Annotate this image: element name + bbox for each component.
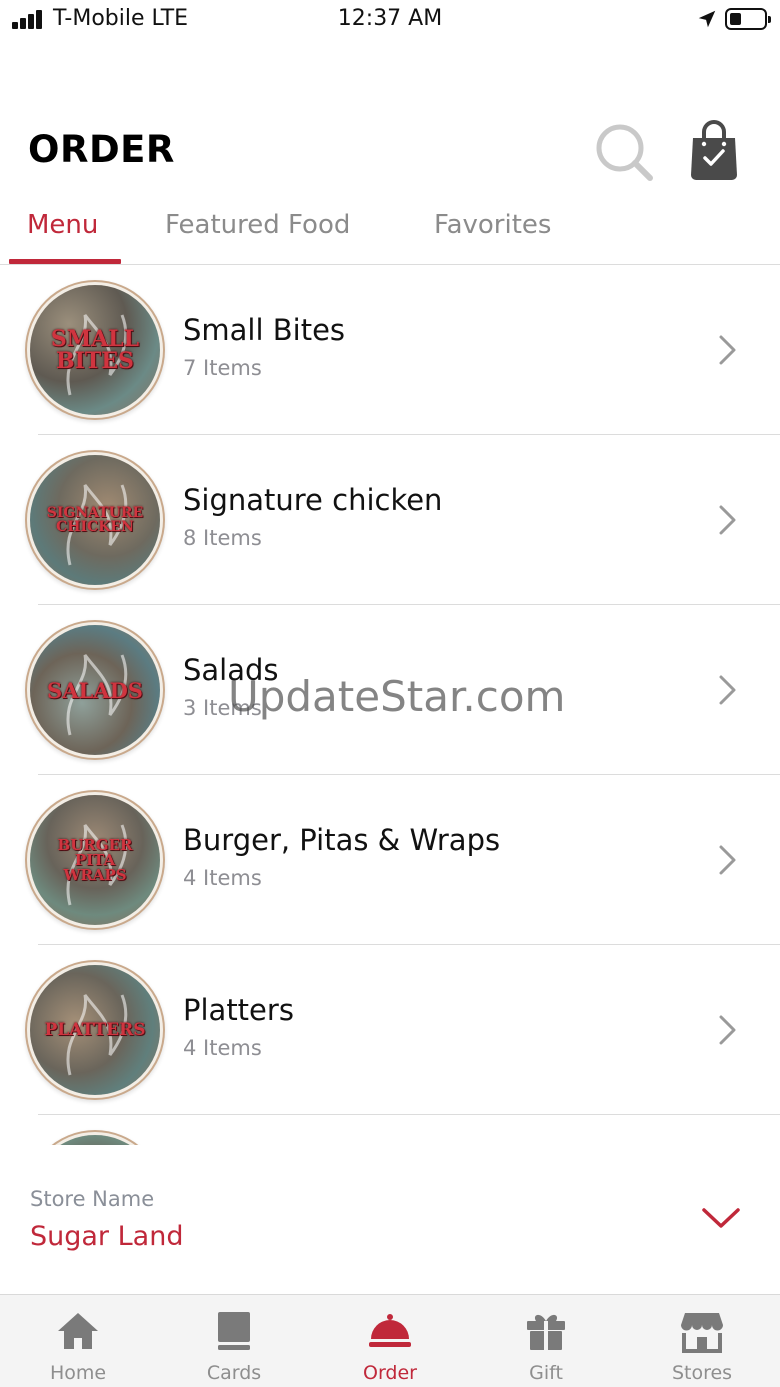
chevron-right-icon xyxy=(719,845,736,875)
cloche-icon xyxy=(369,1314,411,1347)
gift-icon xyxy=(527,1314,565,1350)
chevron-right-icon xyxy=(719,505,736,535)
store-name: Sugar Land xyxy=(30,1221,184,1252)
nav-label: Gift xyxy=(529,1362,563,1384)
thumbnail-text: SIGNATURE CHICKEN xyxy=(46,505,144,535)
list-item-salads[interactable]: SALADS Salads 3 Items xyxy=(0,605,780,775)
menu-category-list[interactable]: SMALL BITES Small Bites 7 Items SIGNATUR… xyxy=(0,265,780,1145)
category-title: Salads xyxy=(183,653,279,687)
chevron-down-icon[interactable] xyxy=(700,1205,742,1231)
nav-label: Order xyxy=(363,1362,417,1384)
active-tab-indicator xyxy=(9,259,121,264)
nav-label: Home xyxy=(49,1362,107,1384)
storefront-icon xyxy=(681,1313,723,1353)
chevron-right-icon xyxy=(719,1015,736,1045)
category-title: Burger, Pitas & Wraps xyxy=(183,823,501,857)
category-item-count: 3 Items xyxy=(183,696,262,720)
category-item-count: 7 Items xyxy=(183,356,262,380)
card-icon xyxy=(218,1312,250,1350)
category-thumbnail: PLATTERS xyxy=(30,965,160,1095)
nav-label: Stores xyxy=(671,1362,733,1384)
search-icon xyxy=(596,124,653,181)
category-title: Small Bites xyxy=(183,313,346,347)
category-thumbnail: SALADS xyxy=(30,625,160,755)
category-item-count: 8 Items xyxy=(183,526,262,550)
search-button[interactable] xyxy=(592,120,656,184)
category-thumbnail: SIGNATURE CHICKEN xyxy=(30,455,160,585)
list-item-signature-chicken[interactable]: SIGNATURE CHICKEN Signature chicken 8 It… xyxy=(0,435,780,605)
clock: 12:37 AM xyxy=(337,6,443,31)
tab-menu[interactable]: Menu xyxy=(27,210,98,240)
category-title: Platters xyxy=(183,993,294,1027)
thumbnail-text: SALADS xyxy=(47,677,143,703)
nav-home[interactable]: Home xyxy=(0,1295,156,1387)
category-title: Signature chicken xyxy=(183,483,443,517)
nav-order[interactable]: Order xyxy=(312,1295,468,1387)
category-item-count: 4 Items xyxy=(183,1036,262,1060)
thumbnail-text: BURGER PITA WRAPS xyxy=(57,835,133,884)
tab-favorites[interactable]: Favorites xyxy=(434,210,551,240)
tab-featured-food[interactable]: Featured Food xyxy=(165,210,350,240)
list-item-burger-pitas-wraps[interactable]: BURGER PITA WRAPS Burger, Pitas & Wraps … xyxy=(0,775,780,945)
store-selector[interactable]: Store Name Sugar Land xyxy=(0,1145,780,1295)
thumbnail-text: SMALL BITES xyxy=(50,326,140,374)
category-tabs: Menu Featured Food Favorites xyxy=(0,195,780,265)
list-item-partial[interactable] xyxy=(0,1115,780,1145)
thumbnail-text: PLATTERS xyxy=(44,1019,146,1040)
cart-button[interactable] xyxy=(686,118,742,184)
battery-level xyxy=(730,13,741,25)
bottom-tab-bar: Home Cards Order Gift Stores xyxy=(0,1294,780,1387)
category-item-count: 4 Items xyxy=(183,866,262,890)
list-item-platters[interactable]: PLATTERS Platters 4 Items xyxy=(0,945,780,1115)
nav-cards[interactable]: Cards xyxy=(156,1295,312,1387)
nav-stores[interactable]: Stores xyxy=(624,1295,780,1387)
battery-icon xyxy=(725,8,771,30)
category-thumbnail xyxy=(30,1135,160,1145)
list-item-small-bites[interactable]: SMALL BITES Small Bites 7 Items xyxy=(0,265,780,435)
nav-gift[interactable]: Gift xyxy=(468,1295,624,1387)
chevron-right-icon xyxy=(719,335,736,365)
category-thumbnail: BURGER PITA WRAPS xyxy=(30,795,160,925)
nav-label: Cards xyxy=(206,1362,262,1384)
status-bar: T-Mobile LTE 12:37 AM xyxy=(0,0,780,40)
store-label: Store Name xyxy=(30,1187,155,1211)
category-thumbnail: SMALL BITES xyxy=(30,285,160,415)
shopping-bag-check-icon xyxy=(691,120,737,180)
page-title: ORDER xyxy=(28,128,175,171)
location-arrow-icon xyxy=(698,10,716,28)
home-icon xyxy=(58,1313,98,1349)
chevron-right-icon xyxy=(719,675,736,705)
